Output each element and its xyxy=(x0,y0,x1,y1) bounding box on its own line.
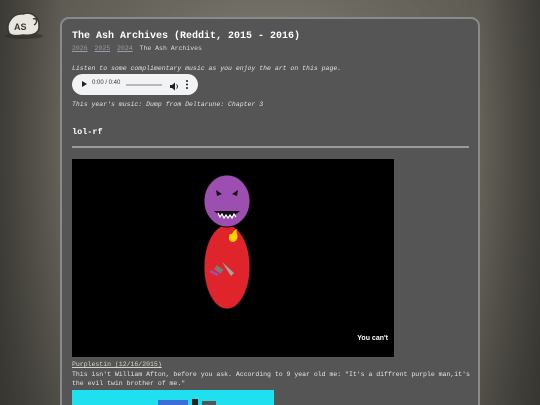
entry-description: This isn't William Afton, before you ask… xyxy=(72,371,470,387)
thumbnail-drawing xyxy=(158,399,216,405)
section-heading: lol-rf xyxy=(72,127,103,137)
music-intro-text: Listen to some complimentary music as yo… xyxy=(72,65,342,72)
entry-title-link[interactable]: Purplestin (12/16/2015) xyxy=(72,361,162,368)
more-options-icon[interactable] xyxy=(184,78,190,91)
section-divider xyxy=(72,146,469,148)
page-title: The Ash Archives (Reddit, 2015 - 2016) xyxy=(72,31,301,42)
audio-player[interactable]: 0:00 / 0:40 xyxy=(72,74,198,95)
ash-logo-icon[interactable]: AS xyxy=(3,5,45,41)
nav-current-page: The Ash Archives xyxy=(139,45,202,52)
current-music-label: This year's music: Dump from Deltarune: … xyxy=(72,101,264,108)
nav-link-2025[interactable]: 2025 xyxy=(95,45,111,52)
audio-time: 0:00 / 0:40 xyxy=(92,80,121,86)
artwork-drawing xyxy=(203,174,251,310)
nav-link-2026[interactable]: 2026 xyxy=(72,45,88,52)
play-icon[interactable] xyxy=(82,81,87,87)
audio-progress-bar[interactable] xyxy=(126,84,162,86)
background-shade-right xyxy=(480,0,540,405)
next-artwork-thumbnail[interactable] xyxy=(72,390,274,405)
volume-icon[interactable] xyxy=(169,79,179,91)
background-shade-left xyxy=(0,0,62,405)
svg-text:AS: AS xyxy=(14,22,27,32)
nav-link-2024[interactable]: 2024 xyxy=(117,45,133,52)
artwork-caption: You can't xyxy=(357,335,388,342)
content-panel: The Ash Archives (Reddit, 2015 - 2016) 2… xyxy=(60,17,480,405)
artwork-image[interactable]: You can't xyxy=(72,159,394,357)
breadcrumb: 2026 2025 2024 The Ash Archives xyxy=(72,45,202,52)
